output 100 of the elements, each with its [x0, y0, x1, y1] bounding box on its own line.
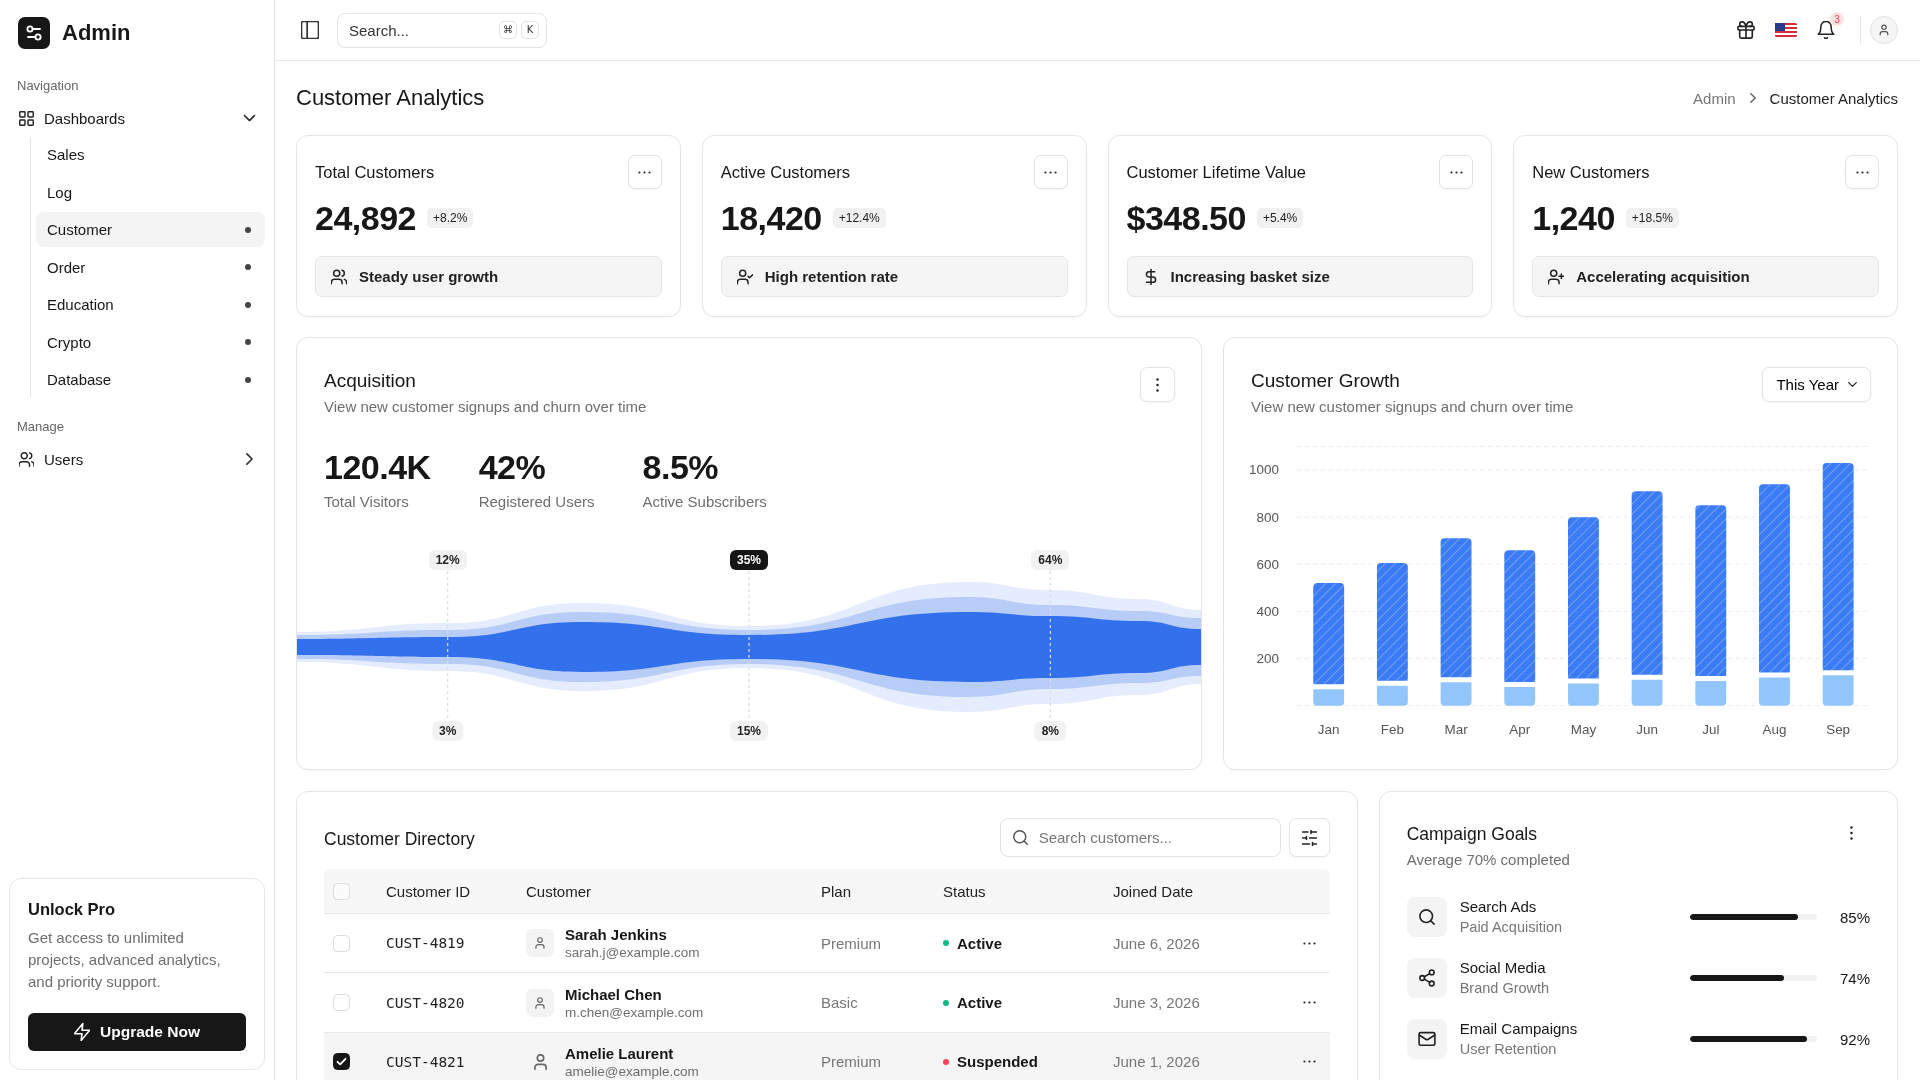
upgrade-button[interactable]: Upgrade Now: [28, 1013, 246, 1051]
more-icon: [1303, 1001, 1317, 1005]
card-subtitle: Average 70% completed: [1406, 850, 1570, 870]
axis-label: Jun: [1636, 721, 1658, 737]
joined-date: June 3, 2026: [1113, 994, 1200, 1012]
users-icon: [19, 451, 34, 467]
joined-date: June 6, 2026: [1113, 934, 1200, 952]
brand-name: Admin: [62, 20, 131, 46]
nav-subitem[interactable]: Education: [36, 287, 265, 322]
stat-title: Customer Lifetime Value: [1126, 162, 1306, 182]
status-label: Suspended: [957, 1053, 1038, 1071]
metric-value: 8.5%: [642, 447, 720, 487]
card-title: Campaign Goals: [1406, 823, 1538, 846]
panel-icon[interactable]: [301, 21, 319, 39]
axis-label: Jan: [1317, 721, 1340, 737]
column-header: Customer ID: [386, 882, 472, 900]
customer-email: m.chen@example.com: [565, 1003, 704, 1021]
customer-id: CUST-4820: [386, 994, 465, 1011]
promo-text: Get access to unlimited projects, advanced analytics, and priority support.: [28, 928, 222, 992]
nav-subitem[interactable]: Order: [36, 249, 265, 285]
axis-label: Sep: [1826, 721, 1851, 737]
more-icon: [1156, 377, 1159, 392]
change-badge: +8.2%: [427, 208, 474, 228]
change-badge: +18.5%: [1625, 208, 1679, 228]
more-icon[interactable]: [1850, 826, 1853, 840]
avatar-icon[interactable]: [1870, 16, 1898, 44]
search-icon: [1406, 897, 1447, 937]
stat-value: $348.50: [1126, 198, 1246, 238]
axis-label: 600: [1256, 556, 1279, 572]
more-icon: [1303, 941, 1317, 945]
goal-name: Social Media: [1459, 958, 1547, 978]
card-title: Customer Directory: [324, 827, 475, 851]
user-icon: [534, 1053, 547, 1070]
note-text: Accelerating acquisition: [1576, 268, 1750, 285]
stat-title: Active Customers: [720, 162, 851, 182]
table-row[interactable]: CUST-4819 Sarah Jenkins sarah.j@example.com Premium Active June 6, 2026: [324, 914, 1330, 974]
marker-label: 12%: [428, 550, 467, 570]
breadcrumb-current: Customer Analytics: [1769, 89, 1898, 107]
stat-title: New Customers: [1532, 162, 1650, 182]
customer-name: Sarah Jenkins: [565, 925, 668, 945]
goal-percent: 92%: [1838, 1030, 1870, 1048]
nav-subitem[interactable]: Database: [36, 362, 265, 397]
user-plus-icon: [1548, 268, 1565, 285]
nav-subitem[interactable]: Log: [36, 174, 265, 210]
metric-label: Total Visitors: [324, 492, 410, 512]
customer-id: CUST-4819: [386, 935, 465, 952]
more-icon: [638, 170, 652, 174]
customer-email: amelie@example.com: [565, 1062, 699, 1080]
promo-title: Unlock Pro: [28, 899, 117, 920]
chevron-icon: [1749, 93, 1756, 103]
goal-percent: 85%: [1838, 908, 1870, 926]
marker-label: 8%: [1034, 721, 1066, 741]
stat-title: Total Customers: [315, 162, 435, 182]
grid-icon: [19, 110, 34, 126]
avatar-icon: [526, 988, 554, 1017]
table-row[interactable]: CUST-4820 Michael Chen m.chen@example.com Basic Active June 3, 2026: [324, 973, 1330, 1033]
stat-value: 24,892: [315, 198, 416, 238]
column-header: Status: [943, 882, 987, 900]
axis-label: 400: [1256, 603, 1279, 619]
marker-label: 35%: [730, 550, 768, 570]
filter-button[interactable]: [1288, 818, 1330, 857]
sliders-icon: [1301, 829, 1317, 846]
nav-subitem[interactable]: Customer: [36, 212, 265, 247]
axis-label: 800: [1256, 509, 1279, 525]
breadcrumb-link[interactable]: Admin: [1693, 89, 1736, 107]
metric-label: Registered Users: [478, 492, 595, 512]
status-label: Active: [957, 994, 1003, 1012]
joined-date: June 1, 2026: [1113, 1053, 1200, 1071]
marker-label: 15%: [730, 721, 768, 741]
more-icon: [1044, 170, 1057, 174]
users-icon: [331, 268, 347, 285]
section-label: Manage: [16, 419, 65, 435]
nav-subitem[interactable]: Sales: [36, 137, 265, 172]
bell-icon[interactable]: [1817, 21, 1835, 39]
logo-icon: [18, 17, 50, 49]
flag-icon[interactable]: [1775, 23, 1797, 37]
customer-email: sarah.j@example.com: [565, 944, 700, 962]
nav-item[interactable]: Dashboards: [9, 101, 265, 135]
note-text: High retention rate: [764, 268, 899, 285]
axis-label: Apr: [1509, 721, 1531, 737]
notification-badge: 3: [1830, 12, 1844, 26]
period-dropdown[interactable]: This Year: [1762, 367, 1871, 402]
gift-icon[interactable]: [1737, 21, 1755, 39]
table-row-selected[interactable]: CUST-4821 Amelie Laurent amelie@example.com Premium Suspended June 1, 2026: [324, 1032, 1330, 1080]
search-field[interactable]: Search customers...: [999, 818, 1281, 857]
card-title: Customer Growth: [1251, 369, 1401, 393]
goal-name: Email Campaigns: [1459, 1019, 1579, 1039]
customer-id: CUST-4821: [386, 1053, 465, 1070]
goal-category: Brand Growth: [1459, 979, 1551, 998]
axis-label: 1000: [1249, 462, 1279, 478]
stat-value: 18,420: [720, 198, 822, 238]
metric-value: 42%: [478, 447, 547, 487]
customer-name: Amelie Laurent: [565, 1043, 675, 1063]
checkbox[interactable]: [333, 1053, 350, 1071]
metric-label: Active Subscribers: [642, 492, 767, 512]
nav-subitem[interactable]: Crypto: [36, 324, 265, 360]
goal-category: User Retention: [1459, 1040, 1558, 1059]
axis-label: Aug: [1762, 721, 1787, 737]
axis-label: Feb: [1380, 721, 1404, 737]
nav-item[interactable]: Users: [9, 442, 265, 476]
